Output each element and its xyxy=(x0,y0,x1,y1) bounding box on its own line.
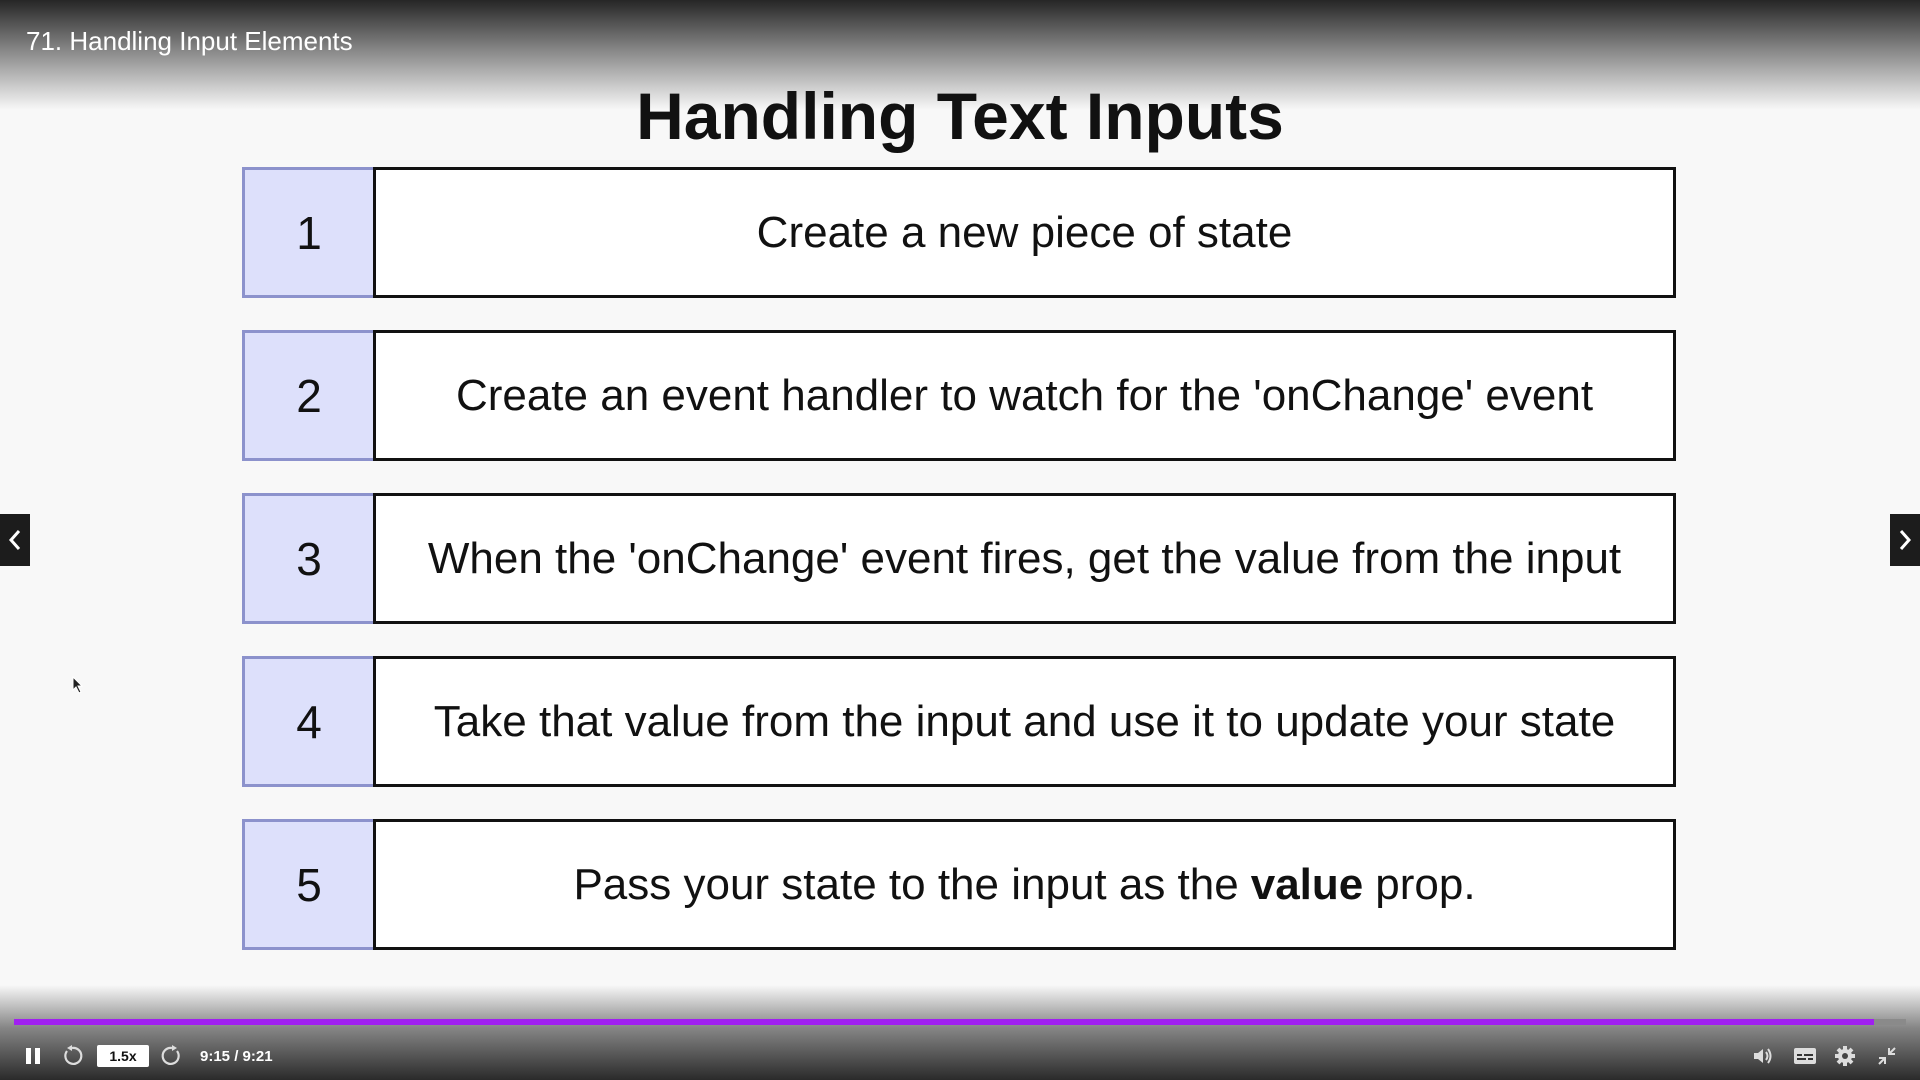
progress-bar[interactable] xyxy=(14,1019,1906,1025)
exit-fullscreen-button[interactable] xyxy=(1874,1043,1900,1069)
step-text-bold: value xyxy=(1250,859,1364,909)
pause-icon xyxy=(26,1048,31,1064)
step-row: 3 When the 'onChange' event fires, get t… xyxy=(242,493,1676,624)
step-text: When the 'onChange' event fires, get the… xyxy=(373,493,1676,624)
player-controls: 1.5x 9:15 / 9:21 xyxy=(0,1038,1920,1074)
volume-icon xyxy=(1754,1048,1772,1064)
step-text: Create a new piece of state xyxy=(373,167,1676,298)
step-number: 3 xyxy=(242,493,373,624)
step-row: 1 Create a new piece of state xyxy=(242,167,1676,298)
step-number: 5 xyxy=(242,819,373,950)
chevron-left-icon xyxy=(8,530,21,550)
forward-button[interactable] xyxy=(160,1044,184,1068)
lecture-title: 71. Handling Input Elements xyxy=(26,26,353,56)
previous-lecture-button[interactable] xyxy=(0,514,30,566)
rewind-button[interactable] xyxy=(60,1044,84,1068)
next-lecture-button[interactable] xyxy=(1890,514,1920,566)
rewind-icon xyxy=(64,1045,83,1065)
chevron-right-icon xyxy=(1899,530,1912,550)
step-number: 1 xyxy=(242,167,373,298)
volume-button[interactable] xyxy=(1750,1043,1776,1069)
step-text-after: prop. xyxy=(1375,859,1476,909)
playback-speed-button[interactable]: 1.5x xyxy=(97,1045,149,1067)
settings-icon xyxy=(1835,1046,1855,1066)
slide-title: Handling Text Inputs xyxy=(636,79,1284,153)
step-row: 2 Create an event handler to watch for t… xyxy=(242,330,1676,461)
step-text-before: Pass your state to the input as the xyxy=(573,859,1239,909)
step-row: 4 Take that value from the input and use… xyxy=(242,656,1676,787)
step-text: Pass your state to the input as the valu… xyxy=(373,819,1676,950)
step-text: Create an event handler to watch for the… xyxy=(373,330,1676,461)
settings-button[interactable] xyxy=(1832,1043,1858,1069)
forward-icon xyxy=(161,1045,180,1065)
captions-icon xyxy=(1794,1048,1816,1064)
time-display: 9:15 / 9:21 xyxy=(200,1047,273,1065)
step-text: Take that value from the input and use i… xyxy=(373,656,1676,787)
step-row: 5 Pass your state to the input as the va… xyxy=(242,819,1676,950)
pause-button[interactable] xyxy=(22,1045,44,1067)
exit-fullscreen-icon xyxy=(1878,1047,1896,1065)
step-number: 2 xyxy=(242,330,373,461)
captions-button[interactable] xyxy=(1792,1043,1818,1069)
cursor-icon xyxy=(72,676,84,694)
progress-fill xyxy=(14,1019,1874,1025)
step-number: 4 xyxy=(242,656,373,787)
